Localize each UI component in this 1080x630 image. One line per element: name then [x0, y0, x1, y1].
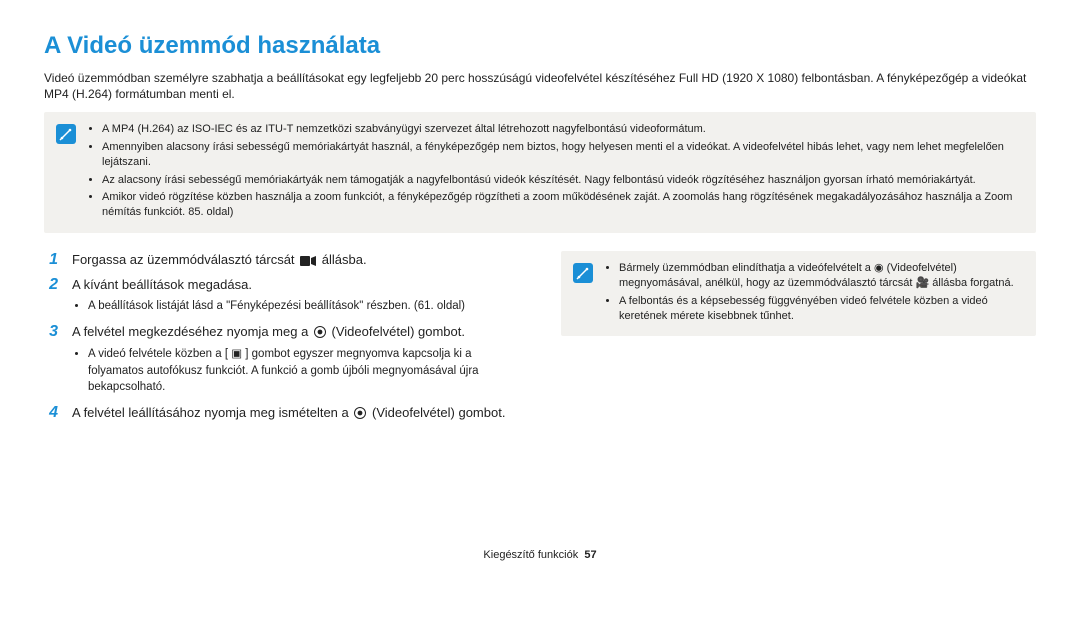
right-note-box: Bármely üzemmódban elindíthatja a videóf…	[561, 251, 1036, 337]
record-icon	[314, 326, 326, 338]
intro-paragraph: Videó üzemmódban személyre szabhatja a b…	[44, 70, 1036, 102]
step-number: 2	[44, 276, 58, 318]
video-mode-icon	[300, 256, 316, 266]
step-body: A felvétel megkezdéséhez nyomja meg a (V…	[72, 323, 519, 398]
page-number: 57	[584, 549, 596, 561]
page-title: A Videó üzemmód használata	[44, 32, 1036, 60]
left-column: 1 Forgassa az üzemmódválasztó tárcsát ál…	[44, 251, 519, 429]
step-number: 4	[44, 404, 58, 423]
document-page: A Videó üzemmód használata Videó üzemmód…	[0, 0, 1080, 577]
step-text-pre: A kívánt beállítások megadása.	[72, 277, 252, 292]
top-note-list: A MP4 (H.264) az ISO-IEC és az ITU-T nem…	[84, 122, 1024, 222]
top-note-box: A MP4 (H.264) az ISO-IEC és az ITU-T nem…	[44, 112, 1036, 232]
step-text-pre: Forgassa az üzemmódválasztó tárcsát	[72, 252, 298, 267]
note-item: Bármely üzemmódban elindíthatja a videóf…	[619, 261, 1024, 292]
step-text-post: (Videofelvétel) gombot.	[328, 324, 465, 339]
step-text-post: állásba.	[318, 252, 366, 267]
page-footer: Kiegészítő funkciók 57	[44, 549, 1036, 561]
footer-label: Kiegészítő funkciók	[483, 549, 578, 561]
step-body: A felvétel leállításához nyomja meg ismé…	[72, 404, 505, 423]
right-column: Bármely üzemmódban elindíthatja a videóf…	[561, 251, 1036, 429]
step-sub-item: A videó felvétele közben a [ ▣ ] gombot …	[88, 346, 519, 396]
note-icon	[56, 124, 78, 146]
step-number: 1	[44, 251, 58, 270]
right-note-list: Bármely üzemmódban elindíthatja a videóf…	[601, 261, 1024, 327]
columns: 1 Forgassa az üzemmódválasztó tárcsát ál…	[44, 251, 1036, 429]
step-body: A kívánt beállítások megadása. A beállít…	[72, 276, 465, 318]
note-item: A MP4 (H.264) az ISO-IEC és az ITU-T nem…	[102, 122, 1024, 137]
note-item: Amikor videó rögzítése közben használja …	[102, 190, 1024, 221]
step-number: 3	[44, 323, 58, 398]
step-text-post: (Videofelvétel) gombot.	[368, 405, 505, 420]
step-sub-item: A beállítások listáját lásd a "Fényképez…	[88, 298, 465, 315]
note-item: Az alacsony írási sebességű memóriakárty…	[102, 173, 1024, 188]
step-1: 1 Forgassa az üzemmódválasztó tárcsát ál…	[44, 251, 519, 270]
note-icon	[573, 263, 595, 285]
step-sub-list: A beállítások listáját lásd a "Fényképez…	[72, 298, 465, 315]
step-text-pre: A felvétel leállításához nyomja meg ismé…	[72, 405, 352, 420]
step-sub-list: A videó felvétele közben a [ ▣ ] gombot …	[72, 346, 519, 396]
step-text-pre: A felvétel megkezdéséhez nyomja meg a	[72, 324, 312, 339]
step-2: 2 A kívánt beállítások megadása. A beáll…	[44, 276, 519, 318]
note-item: Amennyiben alacsony írási sebességű memó…	[102, 140, 1024, 171]
note-item: A felbontás és a képsebesség függvényébe…	[619, 294, 1024, 325]
record-icon	[354, 407, 366, 419]
step-4: 4 A felvétel leállításához nyomja meg is…	[44, 404, 519, 423]
step-3: 3 A felvétel megkezdéséhez nyomja meg a …	[44, 323, 519, 398]
step-body: Forgassa az üzemmódválasztó tárcsát állá…	[72, 251, 367, 270]
